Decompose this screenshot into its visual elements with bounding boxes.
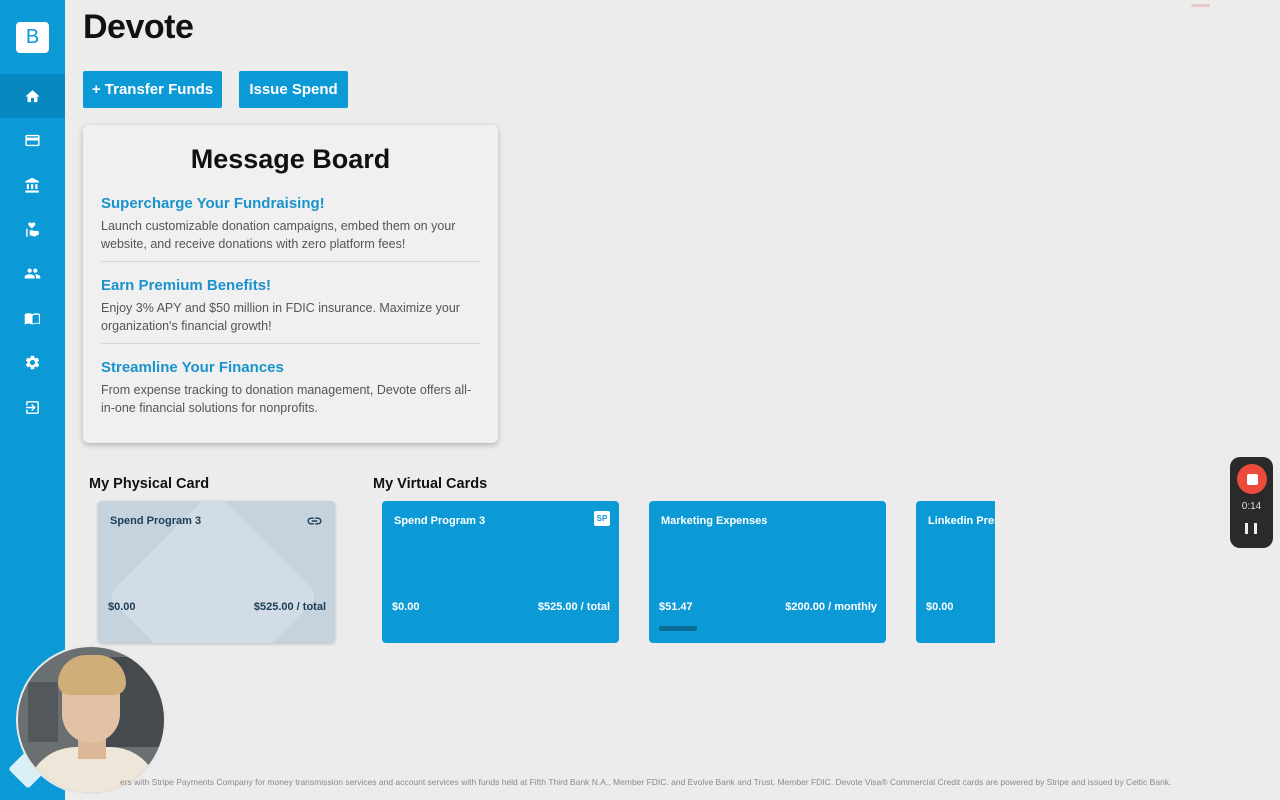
- bank-icon: [25, 177, 39, 193]
- sidebar-item-team[interactable]: [0, 251, 65, 295]
- link-icon[interactable]: [306, 514, 323, 528]
- window-indicator: [1191, 4, 1210, 7]
- sidebar-item-cards[interactable]: [0, 118, 65, 162]
- divider: [101, 343, 480, 344]
- donation-hand-icon: [26, 221, 39, 237]
- virtual-card[interactable]: Marketing Expenses $51.47 $200.00 / mont…: [649, 501, 886, 643]
- message-body: Launch customizable donation campaigns, …: [101, 219, 456, 251]
- message-board-title: Message Board: [190, 144, 391, 174]
- card-badge: SP: [594, 511, 610, 526]
- message-body: From expense tracking to donation manage…: [101, 383, 472, 415]
- card-name: Spend Program 3: [394, 515, 486, 527]
- message-body: Enjoy 3% APY and $50 million in FDIC ins…: [101, 301, 460, 333]
- message-heading[interactable]: Streamline Your Finances: [101, 359, 481, 376]
- message-board: Message Board Supercharge Your Fundraisi…: [83, 125, 498, 443]
- sidebar-item-donations[interactable]: [0, 207, 65, 251]
- book-icon: [24, 312, 40, 325]
- sidebar-item-home[interactable]: [0, 74, 65, 118]
- card-balance: $0.00: [392, 601, 420, 613]
- card-balance: $51.47: [659, 601, 693, 613]
- message-item: Streamline Your Finances From expense tr…: [101, 359, 481, 417]
- message-heading[interactable]: Supercharge Your Fundraising!: [101, 195, 481, 212]
- sidebar-item-banking[interactable]: [0, 163, 65, 207]
- physical-card-label: My Physical Card: [89, 476, 210, 492]
- card-limit: $525.00 / total: [253, 601, 326, 613]
- card-name: Linkedin Premi: [928, 515, 995, 527]
- card-name: Marketing Expenses: [661, 515, 768, 527]
- transfer-funds-button[interactable]: + Transfer Funds: [83, 71, 222, 108]
- stop-recording-button[interactable]: [1237, 464, 1267, 494]
- gear-icon: [25, 355, 40, 369]
- card-limit: $200.00 / monthly: [785, 601, 877, 613]
- pause-icon[interactable]: [1245, 523, 1257, 535]
- virtual-card[interactable]: Spend Program 3 SP $0.00 $525.00 / total: [382, 501, 619, 643]
- screen-recorder: 0:14: [1230, 457, 1273, 548]
- sidebar-item-settings[interactable]: [0, 340, 65, 384]
- footer-disclaimer: ers with Stripe Payments Company for mon…: [120, 777, 1172, 787]
- spend-progress-fill: [659, 626, 697, 631]
- recording-time: 0:14: [1241, 501, 1262, 512]
- card-name: Spend Program 3: [110, 515, 202, 527]
- webcam-bubble[interactable]: [16, 645, 166, 795]
- webcam-person: [58, 655, 126, 695]
- stop-icon: [1246, 473, 1258, 485]
- credit-card-icon: [25, 134, 40, 146]
- sidebar-item-resources[interactable]: [0, 296, 65, 340]
- message-heading[interactable]: Earn Premium Benefits!: [101, 277, 481, 294]
- issue-spend-button[interactable]: Issue Spend: [239, 71, 348, 108]
- home-icon: [25, 89, 40, 102]
- logout-icon: [26, 400, 39, 414]
- divider: [101, 261, 480, 262]
- virtual-card[interactable]: Linkedin Premi $0.00: [916, 501, 995, 643]
- message-item: Supercharge Your Fundraising! Launch cus…: [101, 195, 481, 253]
- physical-card[interactable]: Spend Program 3 $0.00 $525.00 / total: [98, 501, 335, 643]
- sidebar-item-logout[interactable]: [0, 385, 65, 429]
- card-balance: $0.00: [108, 601, 136, 613]
- page-title: Devote: [83, 8, 194, 46]
- card-balance: $0.00: [926, 601, 954, 613]
- card-limit: $525.00 / total: [537, 601, 610, 613]
- message-item: Earn Premium Benefits! Enjoy 3% APY and …: [101, 277, 481, 335]
- app-logo[interactable]: B: [16, 22, 49, 53]
- spend-progress-bar: [659, 626, 715, 631]
- virtual-cards-label: My Virtual Cards: [373, 476, 488, 492]
- webcam-background: [28, 682, 58, 742]
- people-icon: [24, 268, 41, 278]
